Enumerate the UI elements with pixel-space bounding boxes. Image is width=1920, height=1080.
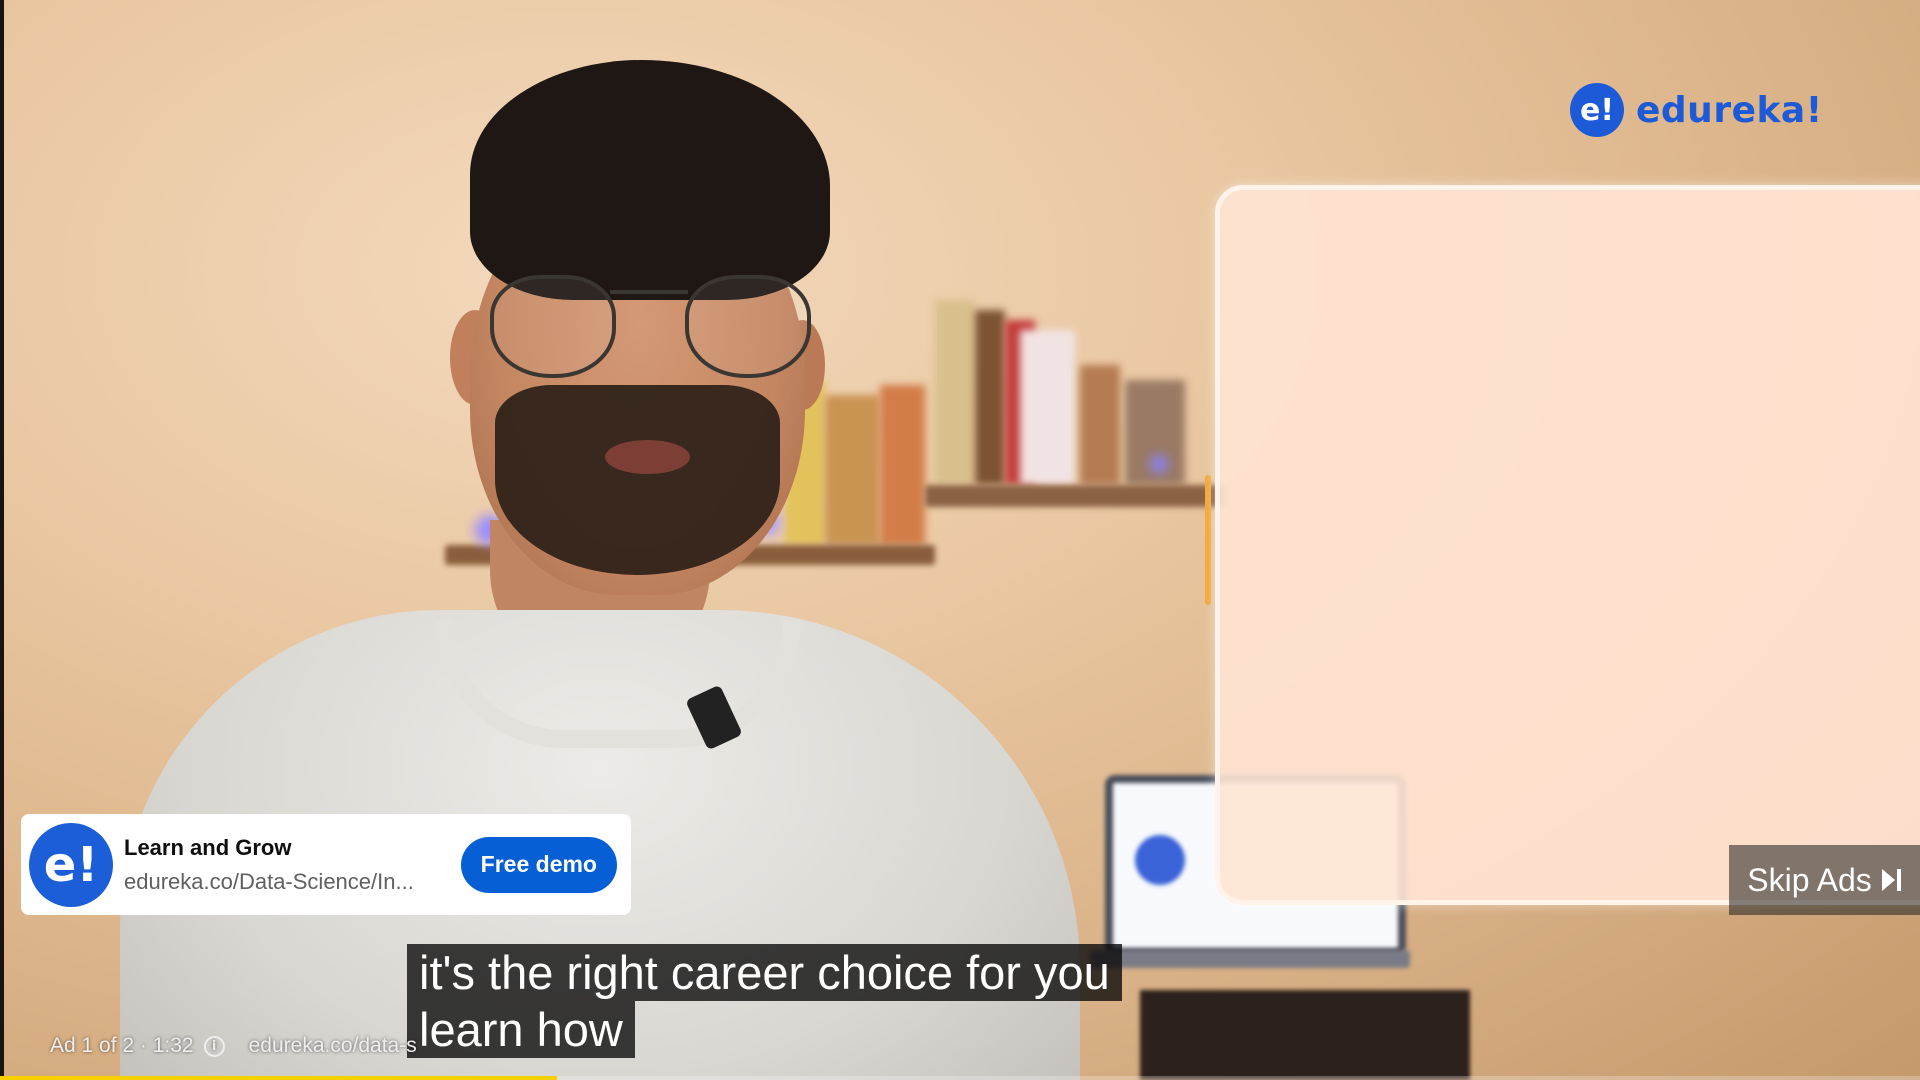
brand-logo: e! edureka! — [1570, 83, 1823, 137]
ad-status-bar: Ad 1 of 2 · 1:32 i edureka.co/data-s — [50, 1034, 417, 1058]
background-book — [880, 385, 925, 545]
caption-line: it's the right career choice for you — [407, 944, 1122, 1001]
background-desk — [1140, 990, 1470, 1080]
ad-url[interactable]: edureka.co/Data-Science/In... — [124, 869, 461, 895]
info-icon[interactable]: i — [203, 1035, 225, 1057]
presenter-hair — [470, 60, 830, 300]
brand-mark-icon: e! — [1570, 83, 1624, 137]
ad-title[interactable]: Learn and Grow — [124, 835, 461, 861]
background-book — [975, 310, 1005, 485]
ad-text[interactable]: Learn and Grow edureka.co/Data-Science/I… — [124, 835, 461, 895]
ad-status-url[interactable]: edureka.co/data-s — [249, 1034, 417, 1058]
free-demo-button[interactable]: Free demo — [460, 836, 617, 893]
caption-line: learn how — [407, 1001, 635, 1058]
background-light — [1150, 455, 1168, 473]
presenter-glasses — [685, 275, 811, 378]
video-player[interactable]: e! edureka! e! Learn and Grow edureka.co… — [0, 0, 1920, 1080]
advertiser-logo-icon[interactable]: e! — [29, 822, 113, 907]
brand-wordmark: edureka! — [1636, 89, 1823, 131]
presenter-glasses-bridge — [610, 290, 688, 294]
background-laptop-base — [1090, 950, 1410, 968]
background-book — [825, 395, 880, 545]
panel-accent — [1205, 475, 1211, 605]
background-book — [935, 300, 975, 485]
captions: it's the right career choice for you lea… — [407, 944, 1122, 1058]
overlay-panel — [1215, 185, 1920, 905]
skip-ads-button[interactable]: Skip Ads — [1729, 845, 1920, 915]
skip-next-icon — [1881, 869, 1902, 891]
background-book — [1080, 365, 1120, 485]
presenter-mouth — [605, 440, 690, 474]
ad-position-text: Ad 1 of 2 · 1:32 — [50, 1034, 194, 1057]
skip-ads-label: Skip Ads — [1747, 861, 1872, 898]
background-laptop-logo — [1135, 835, 1185, 885]
presenter-beard — [495, 385, 780, 575]
frame-edge — [0, 0, 4, 1080]
ad-card[interactable]: e! Learn and Grow edureka.co/Data-Scienc… — [21, 814, 631, 915]
progress-fill — [0, 1076, 557, 1080]
background-shelf — [925, 485, 1225, 507]
background-book — [1020, 330, 1075, 485]
presenter-glasses — [490, 275, 616, 378]
